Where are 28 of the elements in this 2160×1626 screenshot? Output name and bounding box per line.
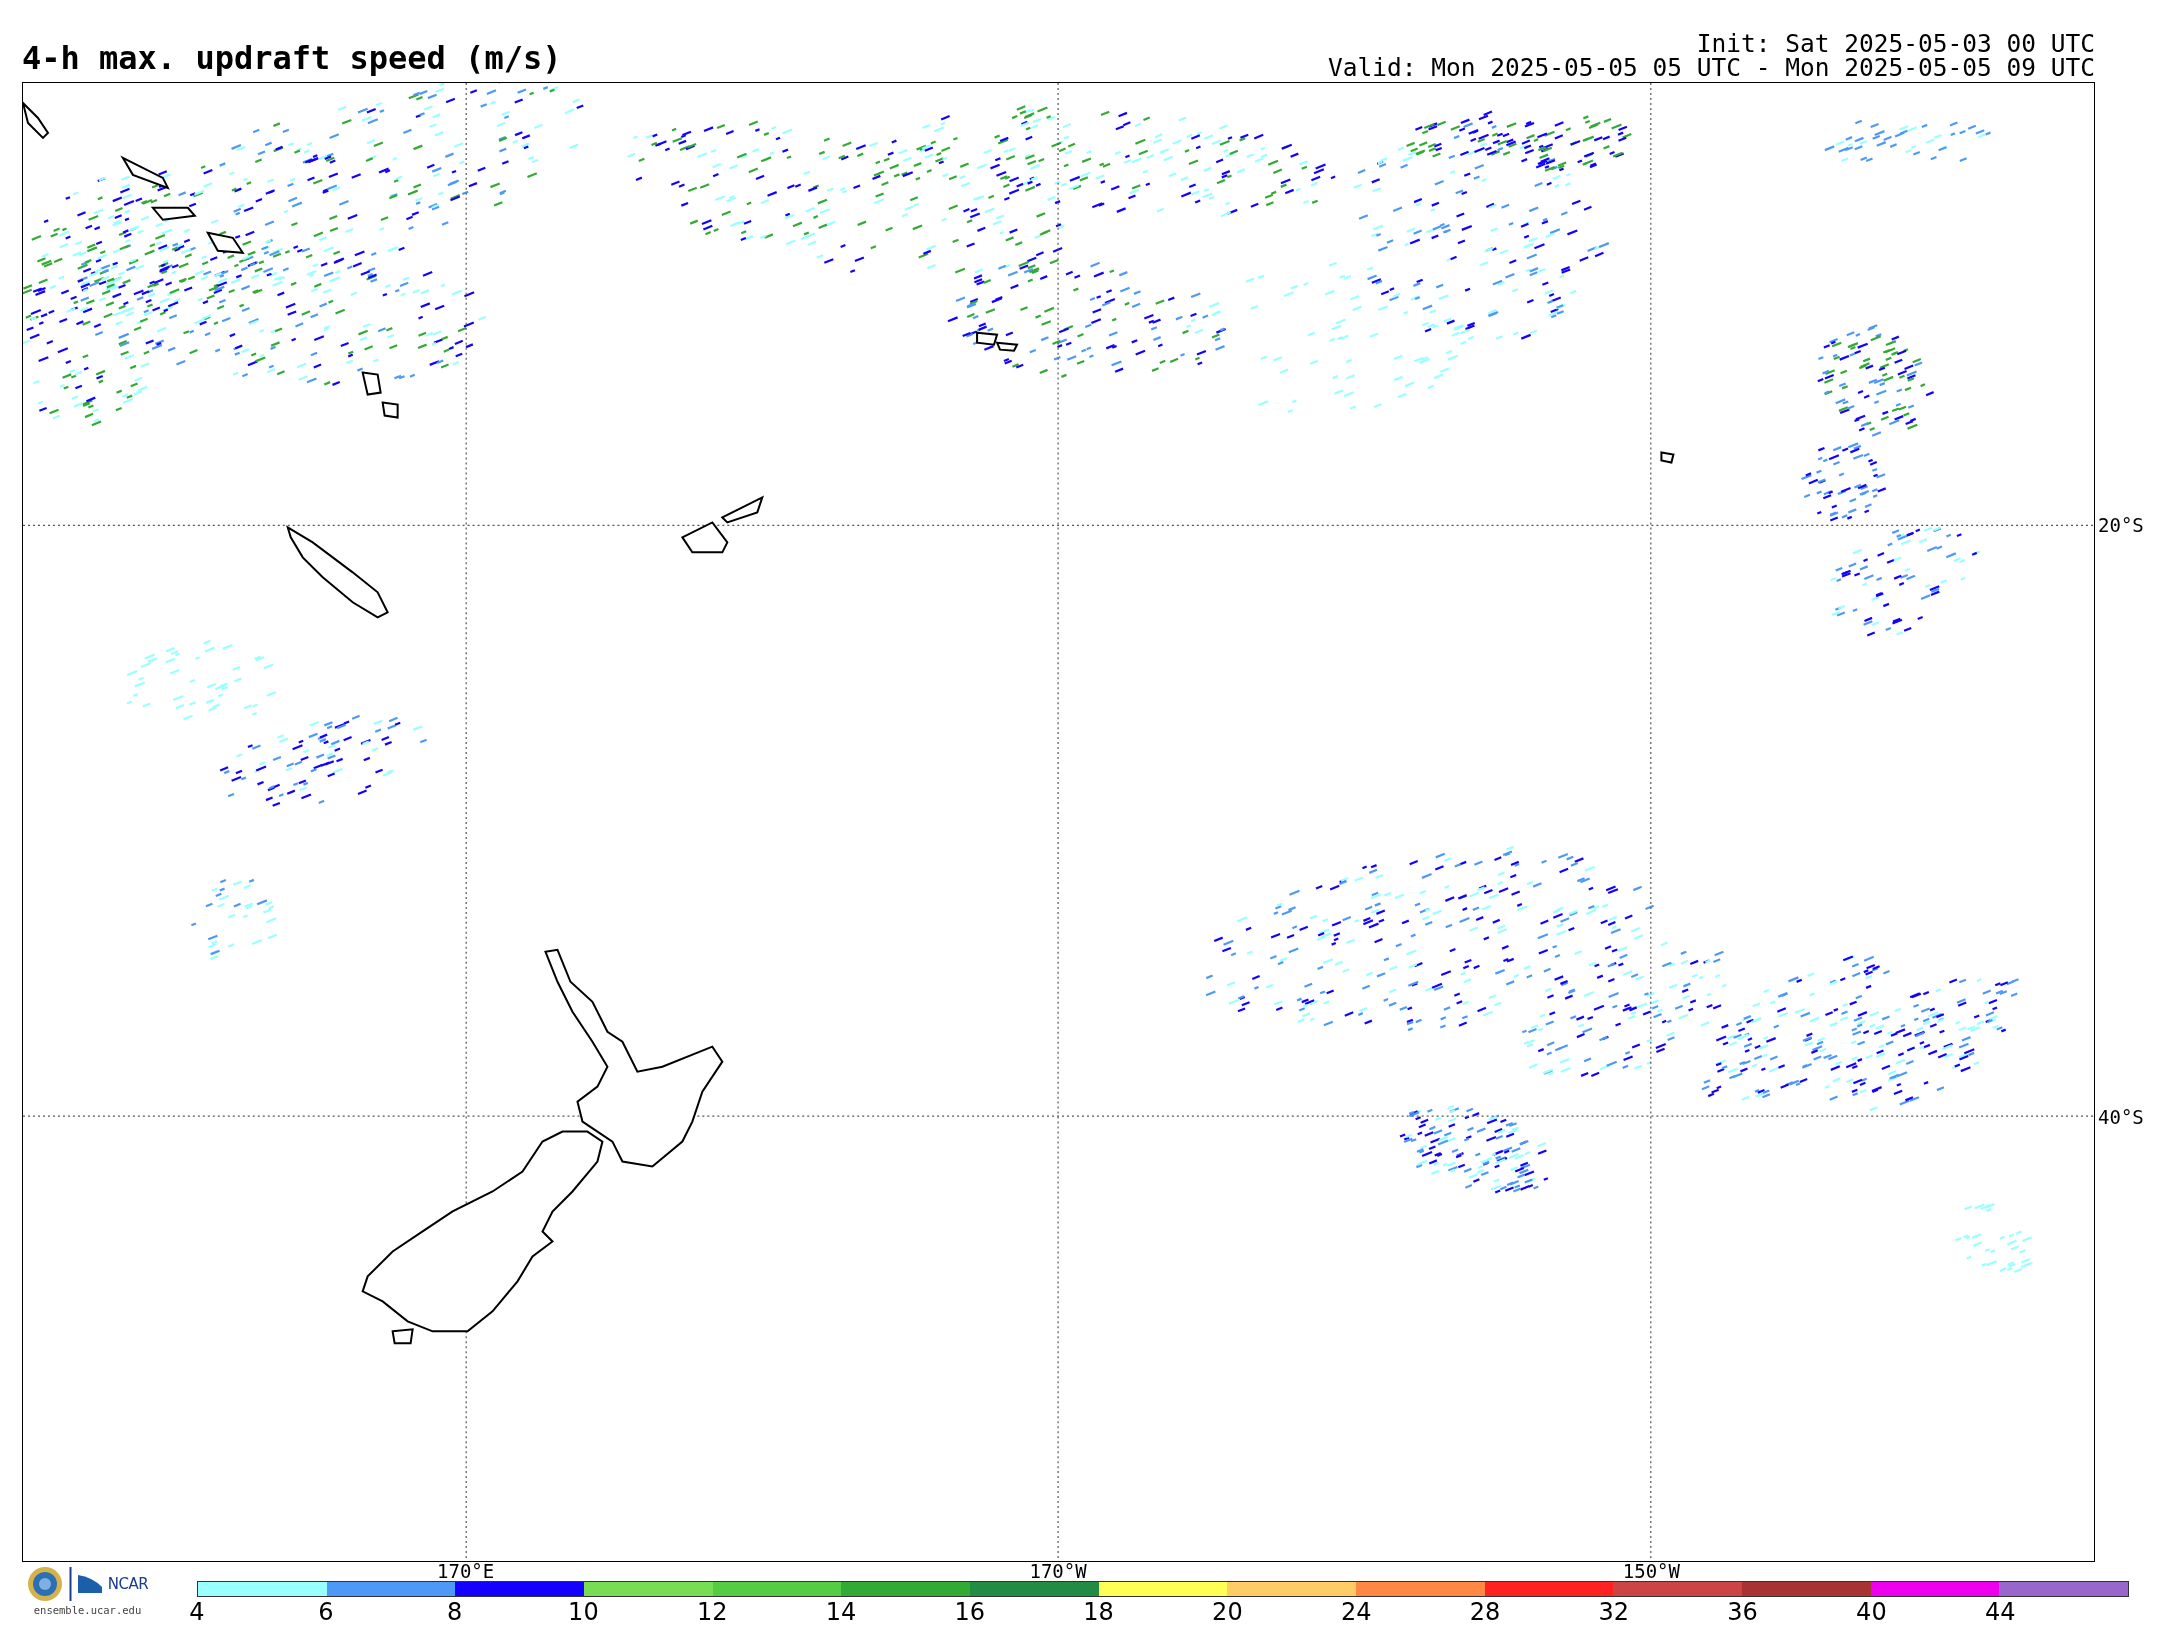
colorbar-tick-label: 18 — [1083, 1599, 1114, 1625]
seal-icon — [26, 1566, 63, 1602]
colorbar-tick-label: 10 — [568, 1599, 599, 1625]
colorbar-tick-label: 14 — [825, 1599, 857, 1625]
colorbar-tick-label: 28 — [1469, 1599, 1501, 1625]
longitude-label: 150°W — [1622, 1562, 1680, 1580]
colorbar-tick-label: 20 — [1212, 1599, 1243, 1625]
colorbar-tick-label: 12 — [696, 1599, 728, 1625]
divider-icon — [68, 1567, 72, 1601]
colorbar-tick-label: 8 — [446, 1599, 463, 1625]
longitude-label: 170°E — [437, 1562, 495, 1580]
init-time: Init: Sat 2025-05-03 00 UTC — [1696, 32, 2095, 56]
colorbar-tick-label: 32 — [1598, 1599, 1630, 1625]
colorbar-tick-label: 24 — [1340, 1599, 1372, 1625]
valid-time: Valid: Mon 2025-05-05 05 UTC - Mon 2025-05-05 09 UTC — [1328, 56, 2095, 80]
colorbar-tick-label: 36 — [1727, 1599, 1758, 1625]
colorbar-tick-label: 40 — [1856, 1599, 1887, 1625]
latitude-label: 40°S — [2098, 1105, 2144, 1128]
latitude-label: 20°S — [2098, 513, 2144, 536]
colorbar-tick-label: 44 — [1984, 1599, 2016, 1625]
colorbar-tick-label: 16 — [954, 1599, 986, 1625]
organization-name: NCAR — [107, 1575, 149, 1593]
colorbar-tick-label: 4 — [189, 1599, 205, 1625]
website-text: ensemble.ucar.edu — [33, 1604, 142, 1616]
chart-title: 4-h max. updraft speed (m/s) — [22, 42, 562, 74]
longitude-label: 170°W — [1029, 1562, 1087, 1580]
colorbar-tick-label: 6 — [318, 1599, 334, 1625]
swoosh-icon — [77, 1575, 102, 1593]
